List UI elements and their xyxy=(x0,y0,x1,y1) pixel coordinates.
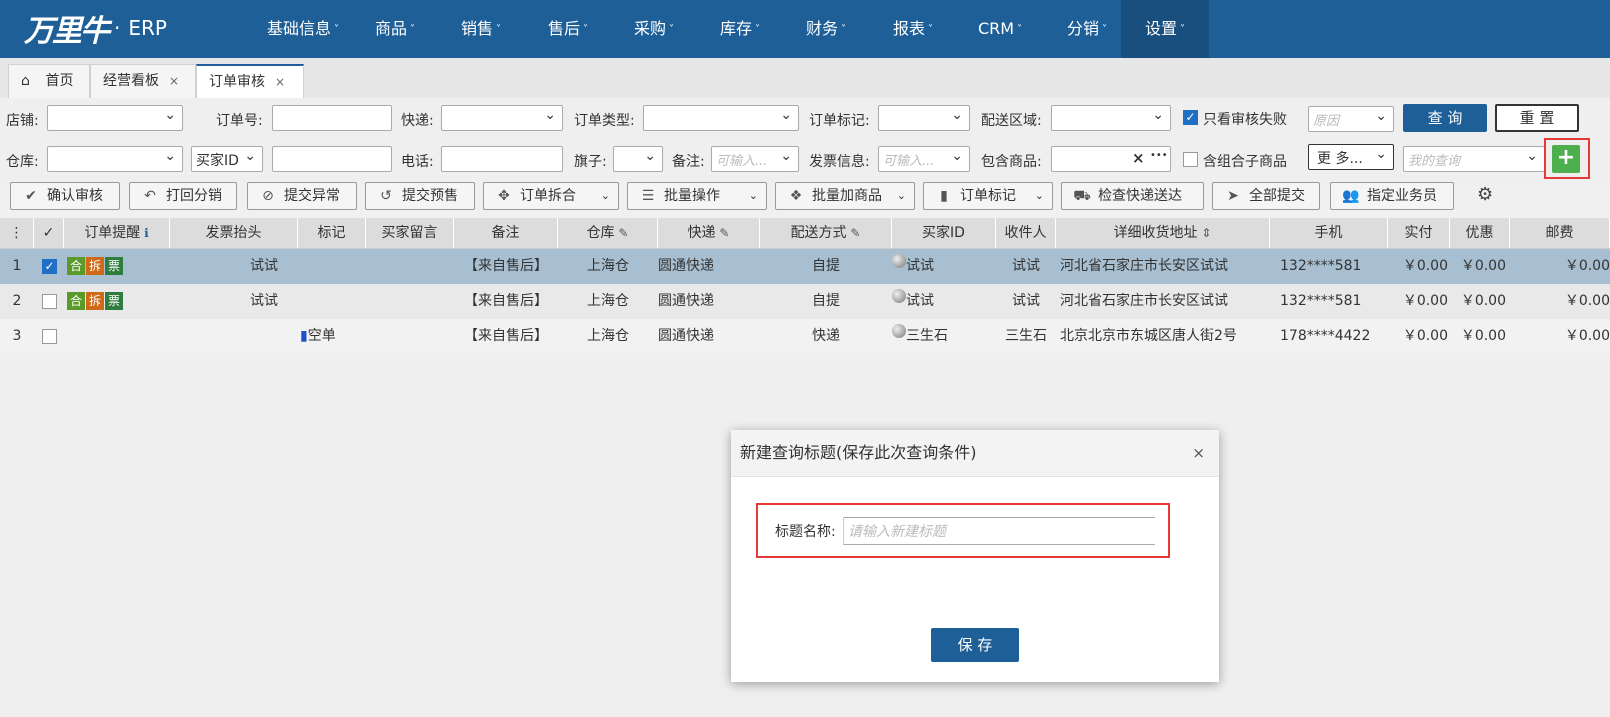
save-button[interactable]: 保 存 xyxy=(931,628,1019,662)
new-query-dialog: 新建查询标题(保存此次查询条件) × 标题名称: 请输入新建标题 保 存 xyxy=(731,430,1219,682)
title-name-input[interactable]: 请输入新建标题 xyxy=(843,517,1155,545)
close-icon[interactable]: × xyxy=(1192,430,1205,476)
dialog-header: 新建查询标题(保存此次查询条件) × xyxy=(731,430,1219,477)
dialog-title: 新建查询标题(保存此次查询条件) xyxy=(740,443,977,462)
title-name-label: 标题名称: xyxy=(775,524,836,540)
title-name-placeholder: 请输入新建标题 xyxy=(848,524,946,540)
